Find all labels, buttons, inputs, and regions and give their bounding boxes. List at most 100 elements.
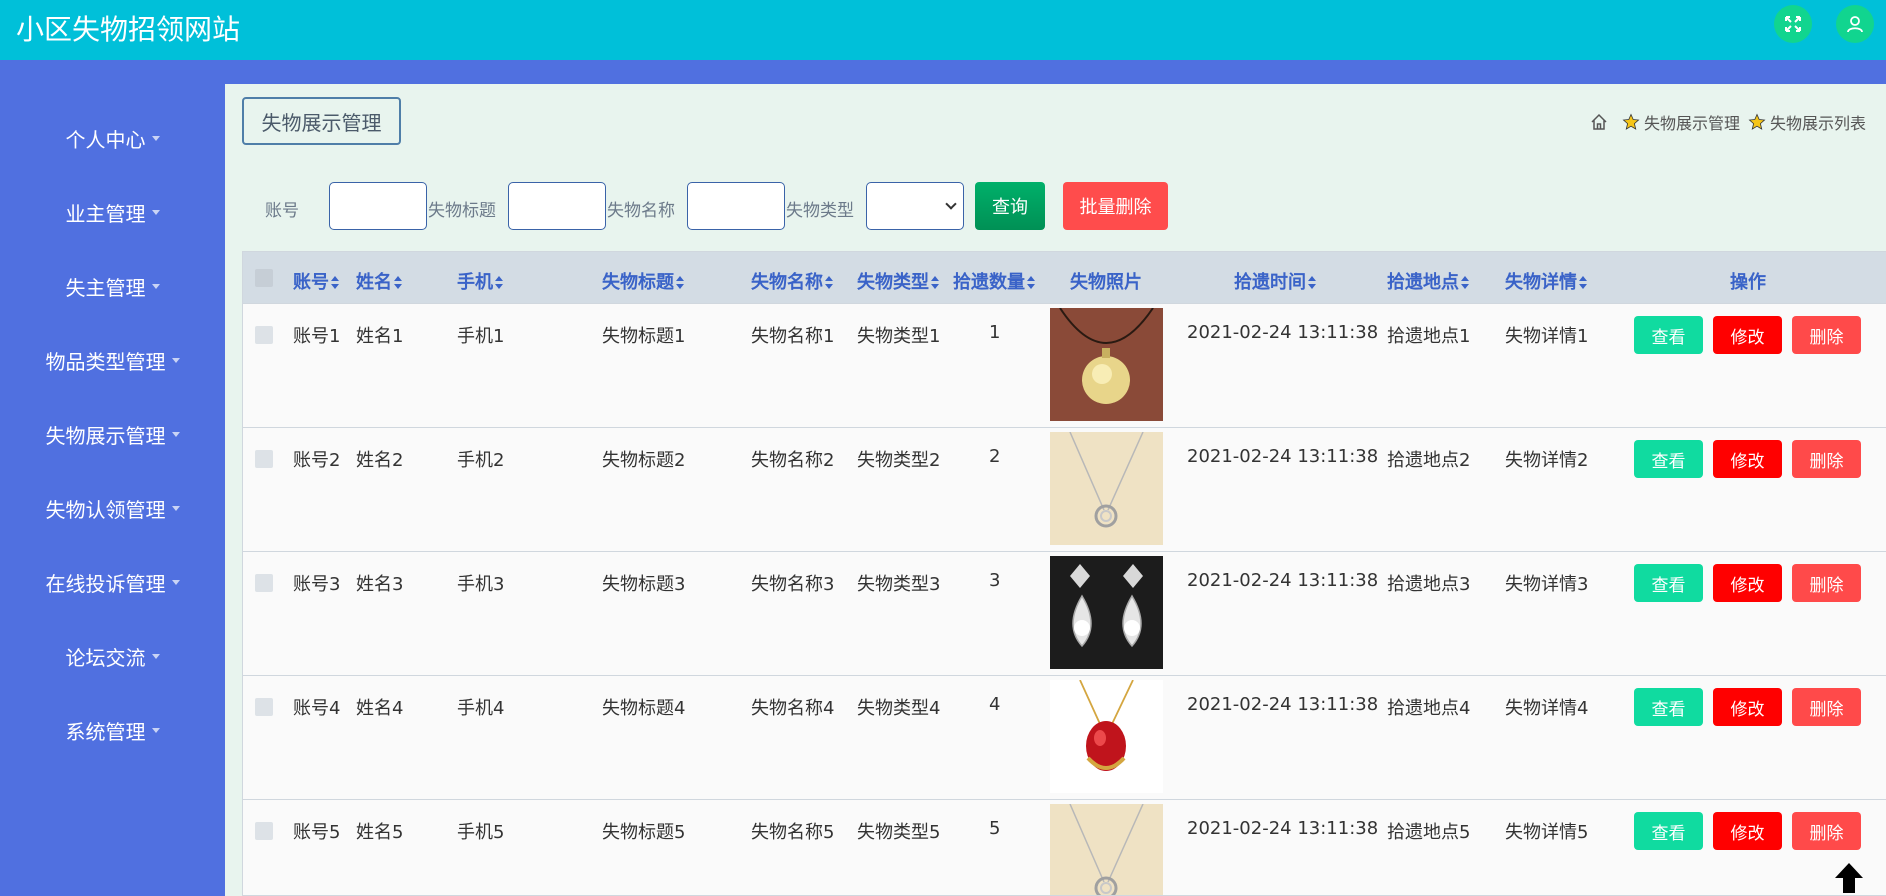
cell-time: 2021-02-24 13:11:38 [1187, 694, 1379, 715]
cell-item-type: 失物类型5 [857, 822, 941, 843]
edit-button[interactable]: 修改 [1713, 440, 1782, 478]
sort-icon [1579, 276, 1587, 290]
item-photo-earrings-crystal[interactable] [1050, 556, 1163, 669]
caret-down-icon [151, 727, 160, 733]
delete-button[interactable]: 删除 [1792, 688, 1861, 726]
sidebar-item-lost-display[interactable]: 失物展示管理 [0, 414, 225, 454]
cell-time: 2021-02-24 13:11:38 [1187, 322, 1379, 343]
th-item-name[interactable]: 失物名称 [751, 268, 833, 294]
th-photo: 失物照片 [1070, 272, 1142, 293]
sidebar-item-item-types[interactable]: 物品类型管理 [0, 340, 225, 380]
caret-down-icon [171, 505, 180, 511]
sort-icon [331, 276, 339, 290]
edit-button[interactable]: 修改 [1713, 812, 1782, 850]
edit-button[interactable]: 修改 [1713, 688, 1782, 726]
sidebar-item-complaints[interactable]: 在线投诉管理 [0, 562, 225, 602]
row-checkbox[interactable] [255, 574, 273, 592]
view-button[interactable]: 查看 [1634, 316, 1703, 354]
item-photo-necklace-silver[interactable] [1050, 804, 1163, 895]
sidebar-item-label: 失物认领管理 [45, 497, 166, 522]
delete-button[interactable]: 删除 [1792, 812, 1861, 850]
sidebar-item-profile[interactable]: 个人中心 [0, 118, 225, 158]
delete-button[interactable]: 删除 [1792, 440, 1861, 478]
th-title[interactable]: 失物标题 [602, 268, 684, 294]
fullscreen-icon[interactable] [1774, 5, 1812, 43]
view-button[interactable]: 查看 [1634, 688, 1703, 726]
cell-quantity: 5 [989, 818, 1001, 839]
th-detail[interactable]: 失物详情 [1505, 268, 1587, 294]
header-band [0, 60, 1886, 84]
cell-account: 账号5 [293, 822, 341, 843]
chevron-down-icon [945, 198, 957, 210]
cell-title: 失物标题5 [602, 822, 686, 843]
sidebar: 个人中心 业主管理 失主管理 物品类型管理 失物展示管理 失物认领管理 在线投诉… [0, 84, 225, 896]
th-item-type[interactable]: 失物类型 [857, 268, 939, 294]
sidebar-item-label: 个人中心 [65, 127, 146, 152]
delete-button[interactable]: 删除 [1792, 316, 1861, 354]
cell-name: 姓名3 [356, 574, 404, 595]
sidebar-item-claims[interactable]: 失物认领管理 [0, 488, 225, 528]
cell-place: 拾遗地点3 [1387, 574, 1471, 595]
query-button[interactable]: 查询 [975, 182, 1045, 230]
cell-account: 账号3 [293, 574, 341, 595]
home-icon[interactable] [1590, 113, 1608, 131]
row-checkbox[interactable] [255, 326, 273, 344]
sidebar-item-owners[interactable]: 业主管理 [0, 192, 225, 232]
cell-title: 失物标题3 [602, 574, 686, 595]
account-label: 账号 [265, 201, 299, 221]
caret-down-icon [151, 283, 160, 289]
cell-name: 姓名2 [356, 450, 404, 471]
user-icon[interactable] [1836, 5, 1874, 43]
edit-button[interactable]: 修改 [1713, 316, 1782, 354]
table-row: 账号3 姓名3 手机3 失物标题3 失物名称3 失物类型3 3 2021-02-… [243, 551, 1886, 675]
edit-button[interactable]: 修改 [1713, 564, 1782, 602]
view-button[interactable]: 查看 [1634, 440, 1703, 478]
breadcrumb-level2: 失物展示列表 [1769, 114, 1866, 133]
batch-delete-button[interactable]: 批量删除 [1063, 182, 1168, 230]
breadcrumb-level1[interactable]: 失物展示管理 [1644, 110, 1740, 134]
th-phone[interactable]: 手机 [457, 268, 503, 294]
sidebar-item-system[interactable]: 系统管理 [0, 710, 225, 750]
row-checkbox[interactable] [255, 698, 273, 716]
row-checkbox[interactable] [255, 450, 273, 468]
cell-phone: 手机2 [457, 450, 505, 471]
account-input[interactable] [329, 182, 427, 230]
th-place[interactable]: 拾遗地点 [1387, 268, 1469, 294]
title-input[interactable] [508, 182, 606, 230]
item-photo-pendant-ruby[interactable] [1050, 680, 1163, 793]
item-photo-pendant-amber[interactable] [1050, 308, 1163, 421]
sidebar-item-label: 在线投诉管理 [45, 571, 166, 596]
cell-time: 2021-02-24 13:11:38 [1187, 446, 1379, 467]
top-header: 小区失物招领网站 [0, 0, 1886, 60]
th-account[interactable]: 账号 [293, 268, 339, 294]
th-time[interactable]: 拾遗时间 [1234, 268, 1316, 294]
cell-account: 账号4 [293, 698, 341, 719]
cell-item-name: 失物名称1 [751, 326, 835, 347]
table-row: 账号2 姓名2 手机2 失物标题2 失物名称2 失物类型2 2 2021-02-… [243, 427, 1886, 551]
scroll-to-top-icon[interactable] [1834, 862, 1864, 894]
row-checkbox[interactable] [255, 822, 273, 840]
view-button[interactable]: 查看 [1634, 812, 1703, 850]
item-photo-necklace-silver[interactable] [1050, 432, 1163, 545]
cell-account: 账号2 [293, 450, 341, 471]
select-all-checkbox[interactable] [255, 269, 273, 287]
sidebar-item-label: 失物展示管理 [45, 423, 166, 448]
table-row: 账号5 姓名5 手机5 失物标题5 失物名称5 失物类型5 5 2021-02-… [243, 799, 1886, 895]
cell-item-name: 失物名称2 [751, 450, 835, 471]
sidebar-item-forum[interactable]: 论坛交流 [0, 636, 225, 676]
th-actions: 操作 [1730, 272, 1766, 293]
delete-button[interactable]: 删除 [1792, 564, 1861, 602]
table-row: 账号1 姓名1 手机1 失物标题1 失物名称1 失物类型1 1 2021-02-… [243, 303, 1886, 427]
cell-quantity: 4 [989, 694, 1001, 715]
cell-detail: 失物详情3 [1505, 574, 1589, 595]
sidebar-item-losers[interactable]: 失主管理 [0, 266, 225, 306]
cell-item-name: 失物名称4 [751, 698, 835, 719]
th-name[interactable]: 姓名 [356, 268, 402, 294]
cell-phone: 手机3 [457, 574, 505, 595]
sort-icon [1308, 276, 1316, 290]
type-select[interactable] [866, 182, 964, 230]
view-button[interactable]: 查看 [1634, 564, 1703, 602]
cell-place: 拾遗地点1 [1387, 326, 1471, 347]
name-input[interactable] [687, 182, 785, 230]
th-quantity[interactable]: 拾遗数量 [953, 268, 1035, 294]
